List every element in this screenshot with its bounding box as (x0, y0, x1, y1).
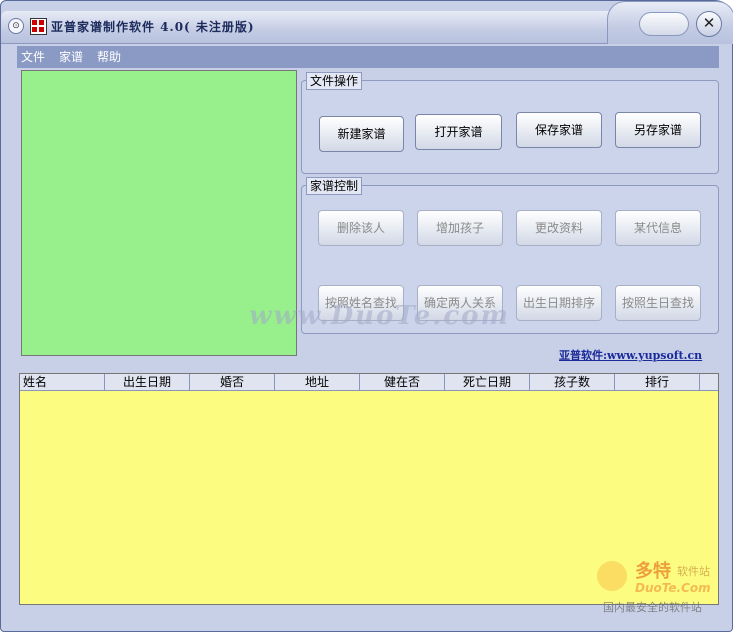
column-married[interactable]: 婚否 (190, 374, 275, 390)
menu-file[interactable]: 文件 (21, 46, 45, 68)
logo-en-text: DuoTe.Com (635, 581, 711, 595)
menu-family[interactable]: 家谱 (59, 46, 83, 68)
column-rank[interactable]: 排行 (615, 374, 700, 390)
column-children-count[interactable]: 孩子数 (530, 374, 615, 390)
logo-sub-text: 软件站 (677, 565, 710, 578)
close-button[interactable]: ✕ (696, 11, 722, 37)
title-bar[interactable]: ⊙ 亚普家谱制作软件 4.0( 未注册版) ✕ (1, 1, 733, 45)
find-by-birthday-button[interactable]: 按照生日查找 (615, 285, 701, 321)
column-birth-date[interactable]: 出生日期 (105, 374, 190, 390)
minimize-button[interactable] (639, 12, 689, 36)
app-window: ⊙ 亚普家谱制作软件 4.0( 未注册版) ✕ 文件 家谱 帮助 文件操作 新建家谱… (0, 0, 733, 632)
edit-info-button[interactable]: 更改资料 (516, 210, 602, 246)
open-family-button[interactable]: 打开家谱 (415, 114, 502, 150)
duote-logo-watermark: 多特 软件站 DuoTe.Com 国内最安全的软件站 (597, 557, 732, 617)
family-control-legend: 家谱控制 (306, 177, 363, 195)
file-operations-legend: 文件操作 (306, 72, 363, 90)
column-address[interactable]: 地址 (275, 374, 360, 390)
menu-help[interactable]: 帮助 (97, 46, 121, 68)
website-link[interactable]: 亚普软件:www.yupsoft.cn (559, 347, 702, 363)
duote-watermark: www.DuoTe.com (249, 301, 511, 331)
save-as-family-button[interactable]: 另存家谱 (615, 112, 701, 148)
save-family-button[interactable]: 保存家谱 (516, 112, 602, 148)
menu-bar: 文件 家谱 帮助 (17, 46, 719, 68)
add-child-button[interactable]: 增加孩子 (417, 210, 503, 246)
table-header: 姓名 出生日期 婚否 地址 健在否 死亡日期 孩子数 排行 (20, 374, 718, 391)
sort-by-birthdate-button[interactable]: 出生日期排序 (516, 285, 602, 321)
app-icon (30, 18, 47, 35)
logo-slogan-text: 国内最安全的软件站 (603, 601, 702, 614)
close-icon: ✕ (702, 14, 716, 32)
mascot-icon (597, 561, 627, 591)
column-death-date[interactable]: 死亡日期 (445, 374, 530, 390)
window-title: 亚普家谱制作软件 4.0( 未注册版) (51, 20, 255, 34)
column-alive[interactable]: 健在否 (360, 374, 445, 390)
file-operations-group: 文件操作 新建家谱 打开家谱 保存家谱 另存家谱 (301, 72, 719, 174)
logo-cn-text: 多特 (635, 561, 671, 582)
system-menu-icon[interactable]: ⊙ (8, 18, 24, 34)
generation-info-button[interactable]: 某代信息 (615, 210, 701, 246)
column-name[interactable]: 姓名 (20, 374, 105, 390)
new-family-button[interactable]: 新建家谱 (319, 116, 404, 152)
delete-person-button[interactable]: 删除该人 (318, 210, 404, 246)
